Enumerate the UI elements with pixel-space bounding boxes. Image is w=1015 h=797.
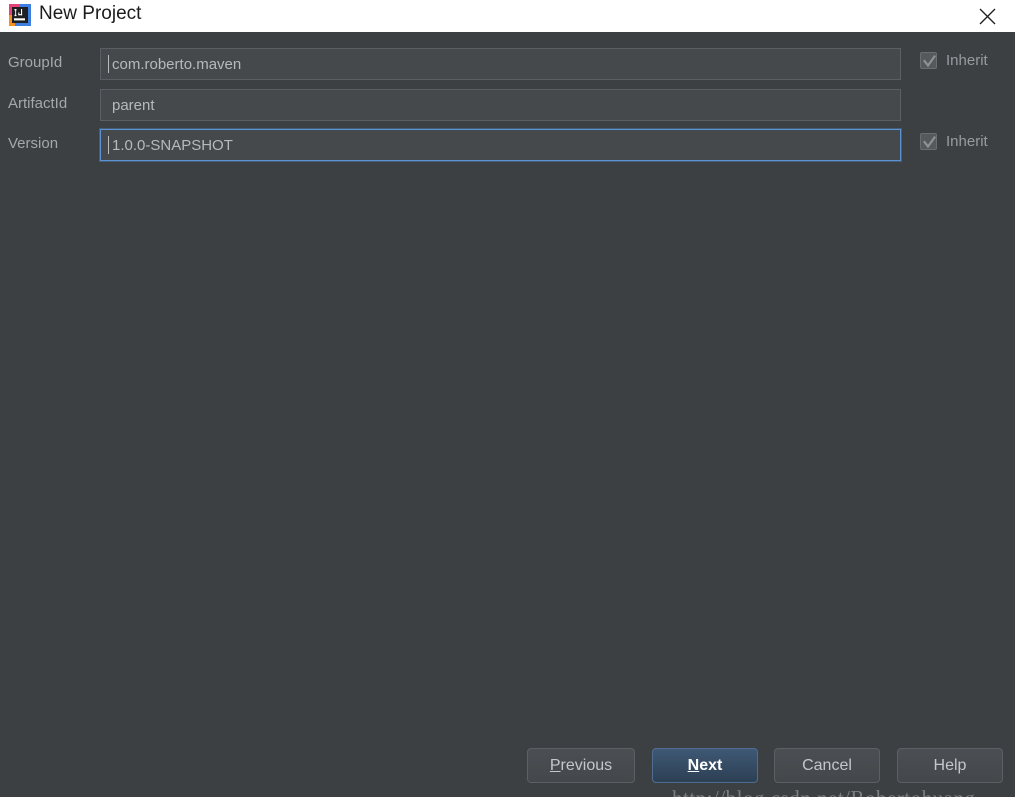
dialog-button-bar: Previous Next Cancel Help <box>0 748 1015 797</box>
next-button[interactable]: Next <box>652 748 758 783</box>
text-caret <box>108 136 109 154</box>
intellij-idea-logo-icon <box>9 4 31 26</box>
form-row-groupid: GroupId com.roberto.maven Inherit <box>0 48 1015 82</box>
close-icon <box>979 8 995 24</box>
groupid-inherit-label: Inherit <box>946 52 988 69</box>
new-project-dialog: New Project GroupId com.roberto.maven In… <box>0 0 1015 797</box>
version-inherit-checkbox[interactable] <box>920 133 937 150</box>
text-caret <box>108 55 109 73</box>
next-button-label: ext <box>699 756 723 774</box>
dialog-content: GroupId com.roberto.maven Inherit Artifa… <box>0 32 1015 797</box>
previous-button-mnemonic: P <box>549 756 561 774</box>
form-row-version: Version 1.0.0-SNAPSHOT Inherit <box>0 129 1015 163</box>
previous-button[interactable]: Previous <box>527 748 635 783</box>
next-button-mnemonic: N <box>687 756 700 774</box>
groupid-inherit-group[interactable]: Inherit <box>920 52 988 69</box>
form-row-artifactid: ArtifactId parent <box>0 89 1015 123</box>
checkmark-icon <box>923 55 936 68</box>
groupid-label: GroupId <box>8 54 63 71</box>
artifactid-label: ArtifactId <box>8 95 68 112</box>
version-value: 1.0.0-SNAPSHOT <box>112 136 233 154</box>
title-bar: New Project <box>0 0 1015 32</box>
version-inherit-group[interactable]: Inherit <box>920 133 988 150</box>
help-button-label: Help <box>933 756 967 774</box>
groupid-value: com.roberto.maven <box>112 55 242 73</box>
cancel-button-label: Cancel <box>802 756 852 774</box>
window-title: New Project <box>39 3 142 24</box>
previous-button-label: revious <box>560 756 613 774</box>
help-button[interactable]: Help <box>897 748 1003 783</box>
cancel-button[interactable]: Cancel <box>774 748 880 783</box>
version-input[interactable]: 1.0.0-SNAPSHOT <box>100 129 901 161</box>
artifactid-value: parent <box>112 96 155 114</box>
version-label: Version <box>8 135 59 152</box>
artifactid-input[interactable]: parent <box>100 89 901 121</box>
version-inherit-label: Inherit <box>946 133 988 150</box>
groupid-input[interactable]: com.roberto.maven <box>100 48 901 80</box>
groupid-inherit-checkbox[interactable] <box>920 52 937 69</box>
text-caret <box>108 96 109 114</box>
close-button[interactable] <box>959 0 1015 32</box>
checkmark-icon <box>923 136 936 149</box>
